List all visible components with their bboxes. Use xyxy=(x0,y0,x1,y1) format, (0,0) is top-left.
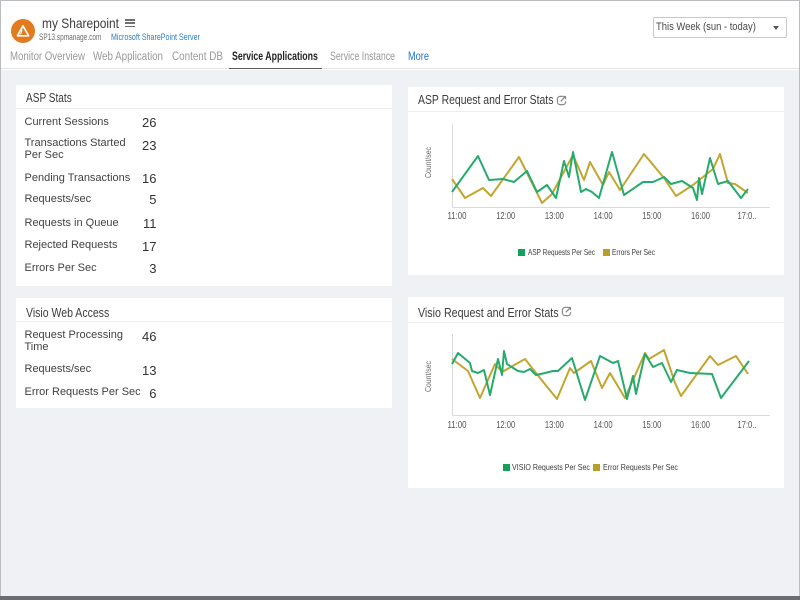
svg-text:11:00: 11:00 xyxy=(448,211,467,222)
svg-text:16:00: 16:00 xyxy=(691,420,710,431)
svg-text:11:00: 11:00 xyxy=(448,420,467,431)
svg-text:15:00: 15:00 xyxy=(642,211,661,222)
svg-text:12:00: 12:00 xyxy=(496,211,515,222)
svg-text:14:00: 14:00 xyxy=(594,420,613,431)
svg-text:17:0..: 17:0.. xyxy=(738,420,757,431)
svg-text:13:00: 13:00 xyxy=(545,211,564,222)
svg-text:13:00: 13:00 xyxy=(545,420,564,431)
svg-text:17:0..: 17:0.. xyxy=(738,211,757,222)
svg-text:Count/sec: Count/sec xyxy=(423,146,433,178)
svg-text:16:00: 16:00 xyxy=(691,211,710,222)
svg-text:14:00: 14:00 xyxy=(594,211,613,222)
svg-text:Count/sec: Count/sec xyxy=(423,360,433,392)
svg-text:12:00: 12:00 xyxy=(496,420,515,431)
svg-text:15:00: 15:00 xyxy=(642,420,661,431)
